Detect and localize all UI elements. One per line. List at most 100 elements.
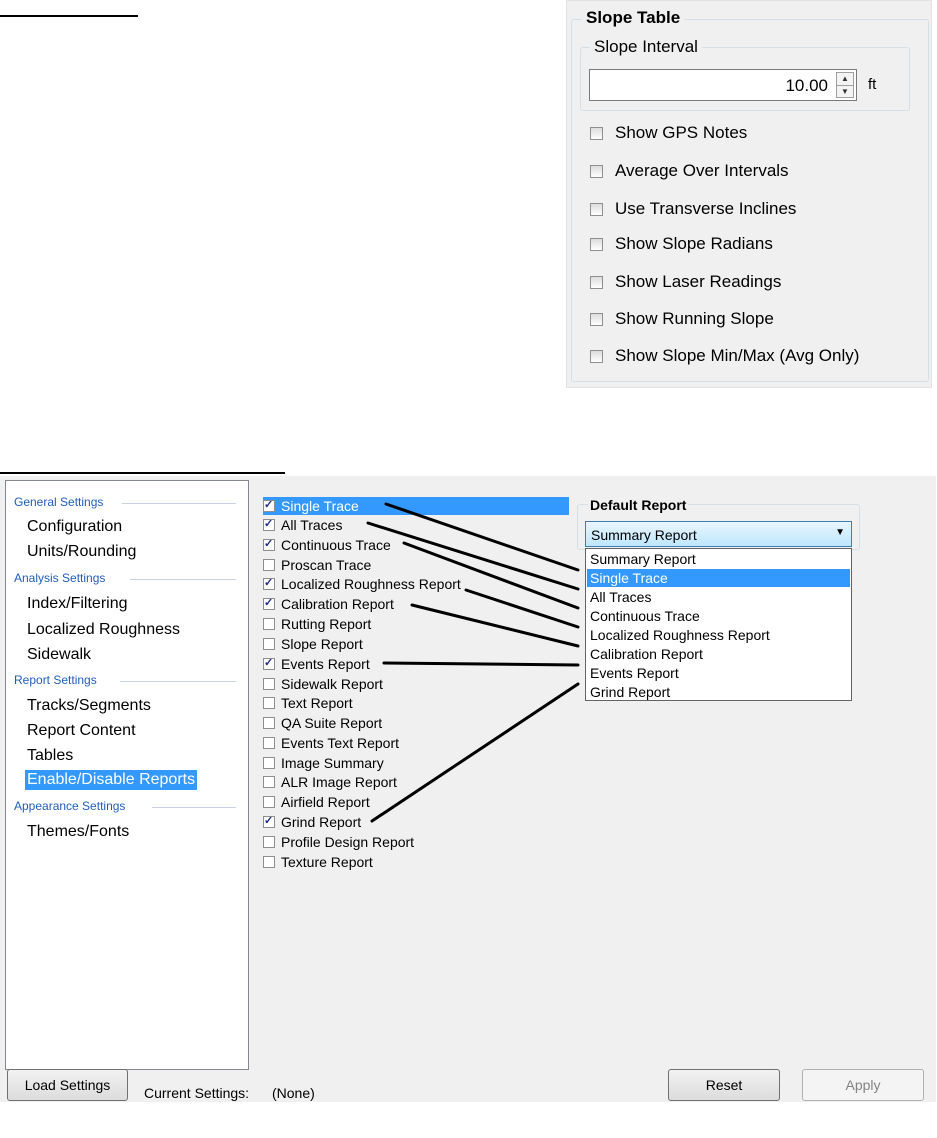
- current-settings-label: Current Settings:: [144, 1085, 250, 1101]
- report-item-continuous-trace[interactable]: Continuous Trace: [263, 536, 391, 554]
- slope-table-title: Slope Table: [582, 8, 685, 28]
- dropdown-option[interactable]: Localized Roughness Report: [587, 626, 850, 644]
- dropdown-option[interactable]: Single Trace: [587, 569, 850, 587]
- dropdown-option[interactable]: Events Report: [587, 664, 850, 682]
- checkbox[interactable]: [263, 618, 275, 630]
- option-show-slope-min-max[interactable]: Show Slope Min/Max (Avg Only): [590, 344, 859, 368]
- checkbox[interactable]: [263, 638, 275, 650]
- report-item-slope[interactable]: Slope Report: [263, 635, 363, 653]
- option-label: Average Over Intervals: [615, 161, 789, 180]
- option-average-over-intervals[interactable]: Average Over Intervals: [590, 159, 789, 183]
- nav-item-report-content[interactable]: Report Content: [27, 722, 136, 740]
- nav-heading-divider: [152, 807, 236, 808]
- checkbox[interactable]: [263, 559, 275, 571]
- nav-item-enable-disable-reports[interactable]: Enable/Disable Reports: [25, 770, 198, 790]
- checkbox[interactable]: [263, 697, 275, 709]
- checkbox[interactable]: [263, 776, 275, 788]
- checkbox[interactable]: [590, 312, 603, 326]
- report-item-profile-design[interactable]: Profile Design Report: [263, 833, 414, 851]
- dropdown-option[interactable]: Grind Report: [587, 683, 850, 701]
- report-label: Airfield Report: [281, 794, 370, 810]
- option-label: Show Laser Readings: [615, 272, 782, 291]
- nav-item-tracks-segments[interactable]: Tracks/Segments: [27, 697, 151, 715]
- checkbox[interactable]: [263, 498, 275, 512]
- report-item-texture[interactable]: Texture Report: [263, 853, 373, 871]
- default-report-select[interactable]: Summary Report ▼: [585, 521, 852, 547]
- checkbox[interactable]: [263, 737, 275, 749]
- checkbox[interactable]: [263, 678, 275, 690]
- checkbox[interactable]: [590, 202, 603, 216]
- report-label: Image Summary: [281, 755, 384, 771]
- checkbox[interactable]: [263, 656, 275, 670]
- nav-item-localized-roughness[interactable]: Localized Roughness: [27, 621, 180, 639]
- chevron-down-icon[interactable]: ▼: [835, 527, 845, 538]
- report-item-image-summary[interactable]: Image Summary: [263, 754, 384, 772]
- default-report-dropdown: Summary Report Single Trace All Traces C…: [585, 548, 852, 701]
- nav-item-index-filtering[interactable]: Index/Filtering: [27, 595, 128, 613]
- nav-heading-appearance: Appearance Settings: [14, 799, 126, 813]
- option-label: Show Slope Radians: [615, 234, 773, 253]
- report-item-single-trace[interactable]: Single Trace: [263, 497, 569, 515]
- checkbox[interactable]: [590, 349, 603, 363]
- checkbox[interactable]: [263, 717, 275, 729]
- dropdown-option[interactable]: Continuous Trace: [587, 607, 850, 625]
- nav-item-configuration[interactable]: Configuration: [27, 518, 122, 536]
- checkbox[interactable]: [263, 576, 275, 590]
- checkbox[interactable]: [263, 856, 275, 868]
- slope-interval-input[interactable]: 10.00 ▲ ▼: [589, 69, 857, 101]
- top-rule: [0, 15, 138, 17]
- report-label: ALR Image Report: [281, 774, 397, 790]
- checkbox[interactable]: [263, 517, 275, 531]
- checkbox[interactable]: [263, 836, 275, 848]
- dropdown-option[interactable]: All Traces: [587, 588, 850, 606]
- slope-interval-stepper[interactable]: ▲ ▼: [836, 72, 854, 98]
- dropdown-option[interactable]: Summary Report: [587, 550, 850, 568]
- nav-item-tables[interactable]: Tables: [27, 747, 73, 765]
- report-item-airfield[interactable]: Airfield Report: [263, 793, 370, 811]
- nav-item-sidewalk[interactable]: Sidewalk: [27, 646, 91, 664]
- checkbox[interactable]: [590, 275, 603, 289]
- report-item-proscan-trace[interactable]: Proscan Trace: [263, 556, 371, 574]
- connector-line: [410, 603, 580, 648]
- reset-button[interactable]: Reset: [668, 1069, 780, 1101]
- option-show-laser-readings[interactable]: Show Laser Readings: [590, 270, 781, 294]
- report-item-events-text[interactable]: Events Text Report: [263, 734, 399, 752]
- option-show-running-slope[interactable]: Show Running Slope: [590, 307, 774, 331]
- report-item-qa-suite[interactable]: QA Suite Report: [263, 714, 382, 732]
- checkbox[interactable]: [263, 757, 275, 769]
- report-label: Rutting Report: [281, 616, 372, 632]
- report-item-grind[interactable]: Grind Report: [263, 813, 361, 831]
- checkbox[interactable]: [590, 126, 603, 140]
- option-use-transverse-inclines[interactable]: Use Transverse Inclines: [590, 197, 796, 221]
- report-label: Sidewalk Report: [281, 676, 383, 692]
- report-item-text[interactable]: Text Report: [263, 694, 353, 712]
- report-label: Proscan Trace: [281, 557, 372, 573]
- nav-item-themes-fonts[interactable]: Themes/Fonts: [27, 823, 129, 841]
- nav-item-units-rounding[interactable]: Units/Rounding: [27, 543, 136, 561]
- spin-down-icon[interactable]: ▼: [837, 86, 853, 98]
- report-label: Profile Design Report: [281, 834, 415, 850]
- report-item-sidewalk[interactable]: Sidewalk Report: [263, 675, 383, 693]
- load-settings-button[interactable]: Load Settings: [7, 1069, 128, 1101]
- checkbox[interactable]: [263, 814, 275, 828]
- checkbox[interactable]: [263, 537, 275, 551]
- checkbox[interactable]: [263, 796, 275, 808]
- report-item-localized-roughness[interactable]: Localized Roughness Report: [263, 575, 461, 593]
- report-item-calibration[interactable]: Calibration Report: [263, 595, 394, 613]
- option-show-gps-notes[interactable]: Show GPS Notes: [590, 121, 747, 145]
- report-item-events[interactable]: Events Report: [263, 655, 370, 673]
- report-item-all-traces[interactable]: All Traces: [263, 516, 342, 534]
- nav-heading-analysis: Analysis Settings: [14, 571, 106, 585]
- checkbox[interactable]: [590, 164, 603, 178]
- report-label: Text Report: [281, 695, 353, 711]
- report-item-rutting[interactable]: Rutting Report: [263, 615, 371, 633]
- report-item-alr-image[interactable]: ALR Image Report: [263, 773, 397, 791]
- checkbox[interactable]: [590, 237, 603, 251]
- dropdown-option[interactable]: Calibration Report: [587, 645, 850, 663]
- nav-heading-divider: [122, 503, 236, 504]
- apply-button[interactable]: Apply: [802, 1069, 924, 1101]
- checkbox[interactable]: [263, 596, 275, 610]
- option-show-slope-radians[interactable]: Show Slope Radians: [590, 232, 773, 256]
- spin-up-icon[interactable]: ▲: [837, 73, 853, 86]
- report-label: Single Trace: [281, 498, 359, 514]
